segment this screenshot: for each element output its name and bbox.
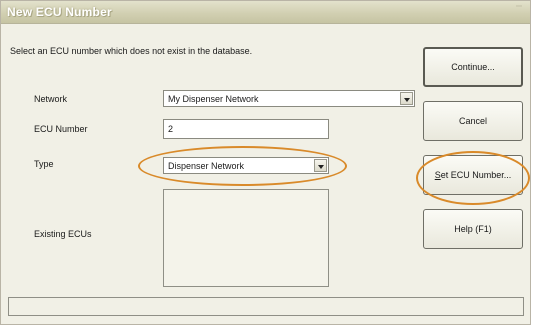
network-value: My Dispenser Network (168, 94, 259, 104)
set-ecu-number-label: et ECU Number... (440, 170, 512, 180)
chevron-down-icon[interactable] (314, 159, 327, 172)
window-title: New ECU Number (7, 5, 112, 19)
status-bar (8, 297, 524, 316)
dialog-window: New ECU Number Select an ECU number whic… (0, 0, 531, 325)
set-ecu-number-button[interactable]: Set ECU Number... (423, 155, 523, 195)
continue-button[interactable]: Continue... (423, 47, 523, 87)
type-dropdown[interactable]: Dispenser Network (163, 157, 329, 174)
help-button[interactable]: Help (F1) (423, 209, 523, 249)
title-bar[interactable]: New ECU Number (1, 1, 530, 24)
chevron-down-icon[interactable] (400, 92, 413, 105)
existing-ecus-list[interactable] (163, 189, 329, 287)
minimize-icon[interactable] (516, 5, 522, 7)
network-dropdown[interactable]: My Dispenser Network (163, 90, 415, 107)
type-value: Dispenser Network (168, 161, 245, 171)
network-label: Network (34, 94, 68, 104)
ecu-number-value: 2 (168, 124, 174, 134)
existing-ecus-label: Existing ECUs (34, 229, 92, 239)
dialog-content: Select an ECU number which does not exis… (1, 24, 530, 324)
ecu-number-label: ECU Number (34, 124, 88, 134)
type-label: Type (34, 159, 54, 169)
instruction-text: Select an ECU number which does not exis… (10, 46, 253, 56)
cancel-button[interactable]: Cancel (423, 101, 523, 141)
ecu-number-input[interactable]: 2 (163, 119, 329, 139)
